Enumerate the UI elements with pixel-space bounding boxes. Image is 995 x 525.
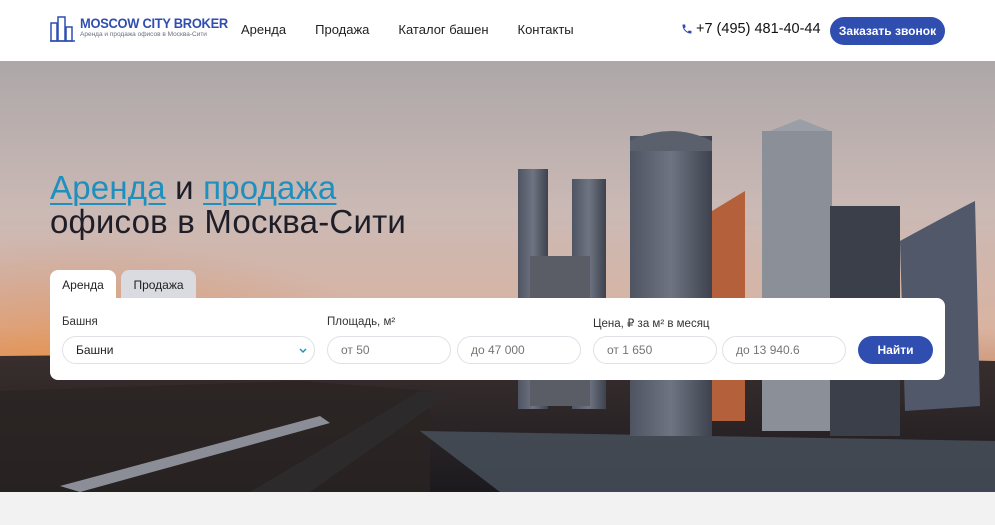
order-call-button[interactable]: Заказать звонок	[830, 17, 945, 45]
tab-sale[interactable]: Продажа	[121, 270, 196, 299]
nav-sale[interactable]: Продажа	[315, 22, 369, 37]
hero-link-sale[interactable]: продажа	[203, 169, 336, 206]
chevron-down-icon	[299, 348, 307, 353]
hero-link-rent[interactable]: Аренда	[50, 169, 166, 206]
logo-subtitle: Аренда и продажа офисов в Москва-Сити	[80, 31, 207, 38]
tower-label: Башня	[62, 316, 98, 328]
building-logo-icon	[50, 16, 75, 42]
nav-rent[interactable]: Аренда	[241, 22, 286, 37]
price-label: Цена, ₽ за м² в месяц	[593, 318, 710, 330]
tower-select-value: Башни	[76, 343, 114, 357]
nav-tower-catalog[interactable]: Каталог башен	[398, 22, 488, 37]
phone-link[interactable]: +7 (495) 481-40-44	[681, 21, 821, 37]
main-nav: Аренда Продажа Каталог башен Контакты	[241, 22, 603, 37]
tower-select[interactable]: Башни	[62, 336, 315, 364]
hero-heading: Аренда и продажа офисов в Москва-Сити	[50, 171, 406, 239]
nav-contacts[interactable]: Контакты	[518, 22, 574, 37]
logo-title: MOSCOW CITY BROKER	[80, 15, 228, 31]
search-submit-button[interactable]: Найти	[858, 336, 933, 364]
hero-title-line2: офисов в Москва-Сити	[50, 203, 407, 240]
price-to-input[interactable]	[722, 336, 846, 364]
hero-title-and: и	[165, 169, 204, 206]
hero-section: Аренда и продажа офисов в Москва-Сити Ар…	[0, 61, 995, 492]
area-to-input[interactable]	[457, 336, 581, 364]
site-header: MOSCOW CITY BROKER Аренда и продажа офис…	[0, 0, 995, 61]
logo[interactable]: MOSCOW CITY BROKER Аренда и продажа офис…	[50, 15, 241, 42]
area-label: Площадь, м²	[327, 316, 396, 328]
tab-rent[interactable]: Аренда	[50, 270, 116, 299]
phone-icon	[682, 24, 692, 34]
price-from-input[interactable]	[593, 336, 717, 364]
search-panel: Башня Башни Площадь, м² Цена, ₽ за м² в …	[50, 298, 945, 380]
phone-number: +7 (495) 481-40-44	[696, 21, 821, 37]
area-from-input[interactable]	[327, 336, 451, 364]
